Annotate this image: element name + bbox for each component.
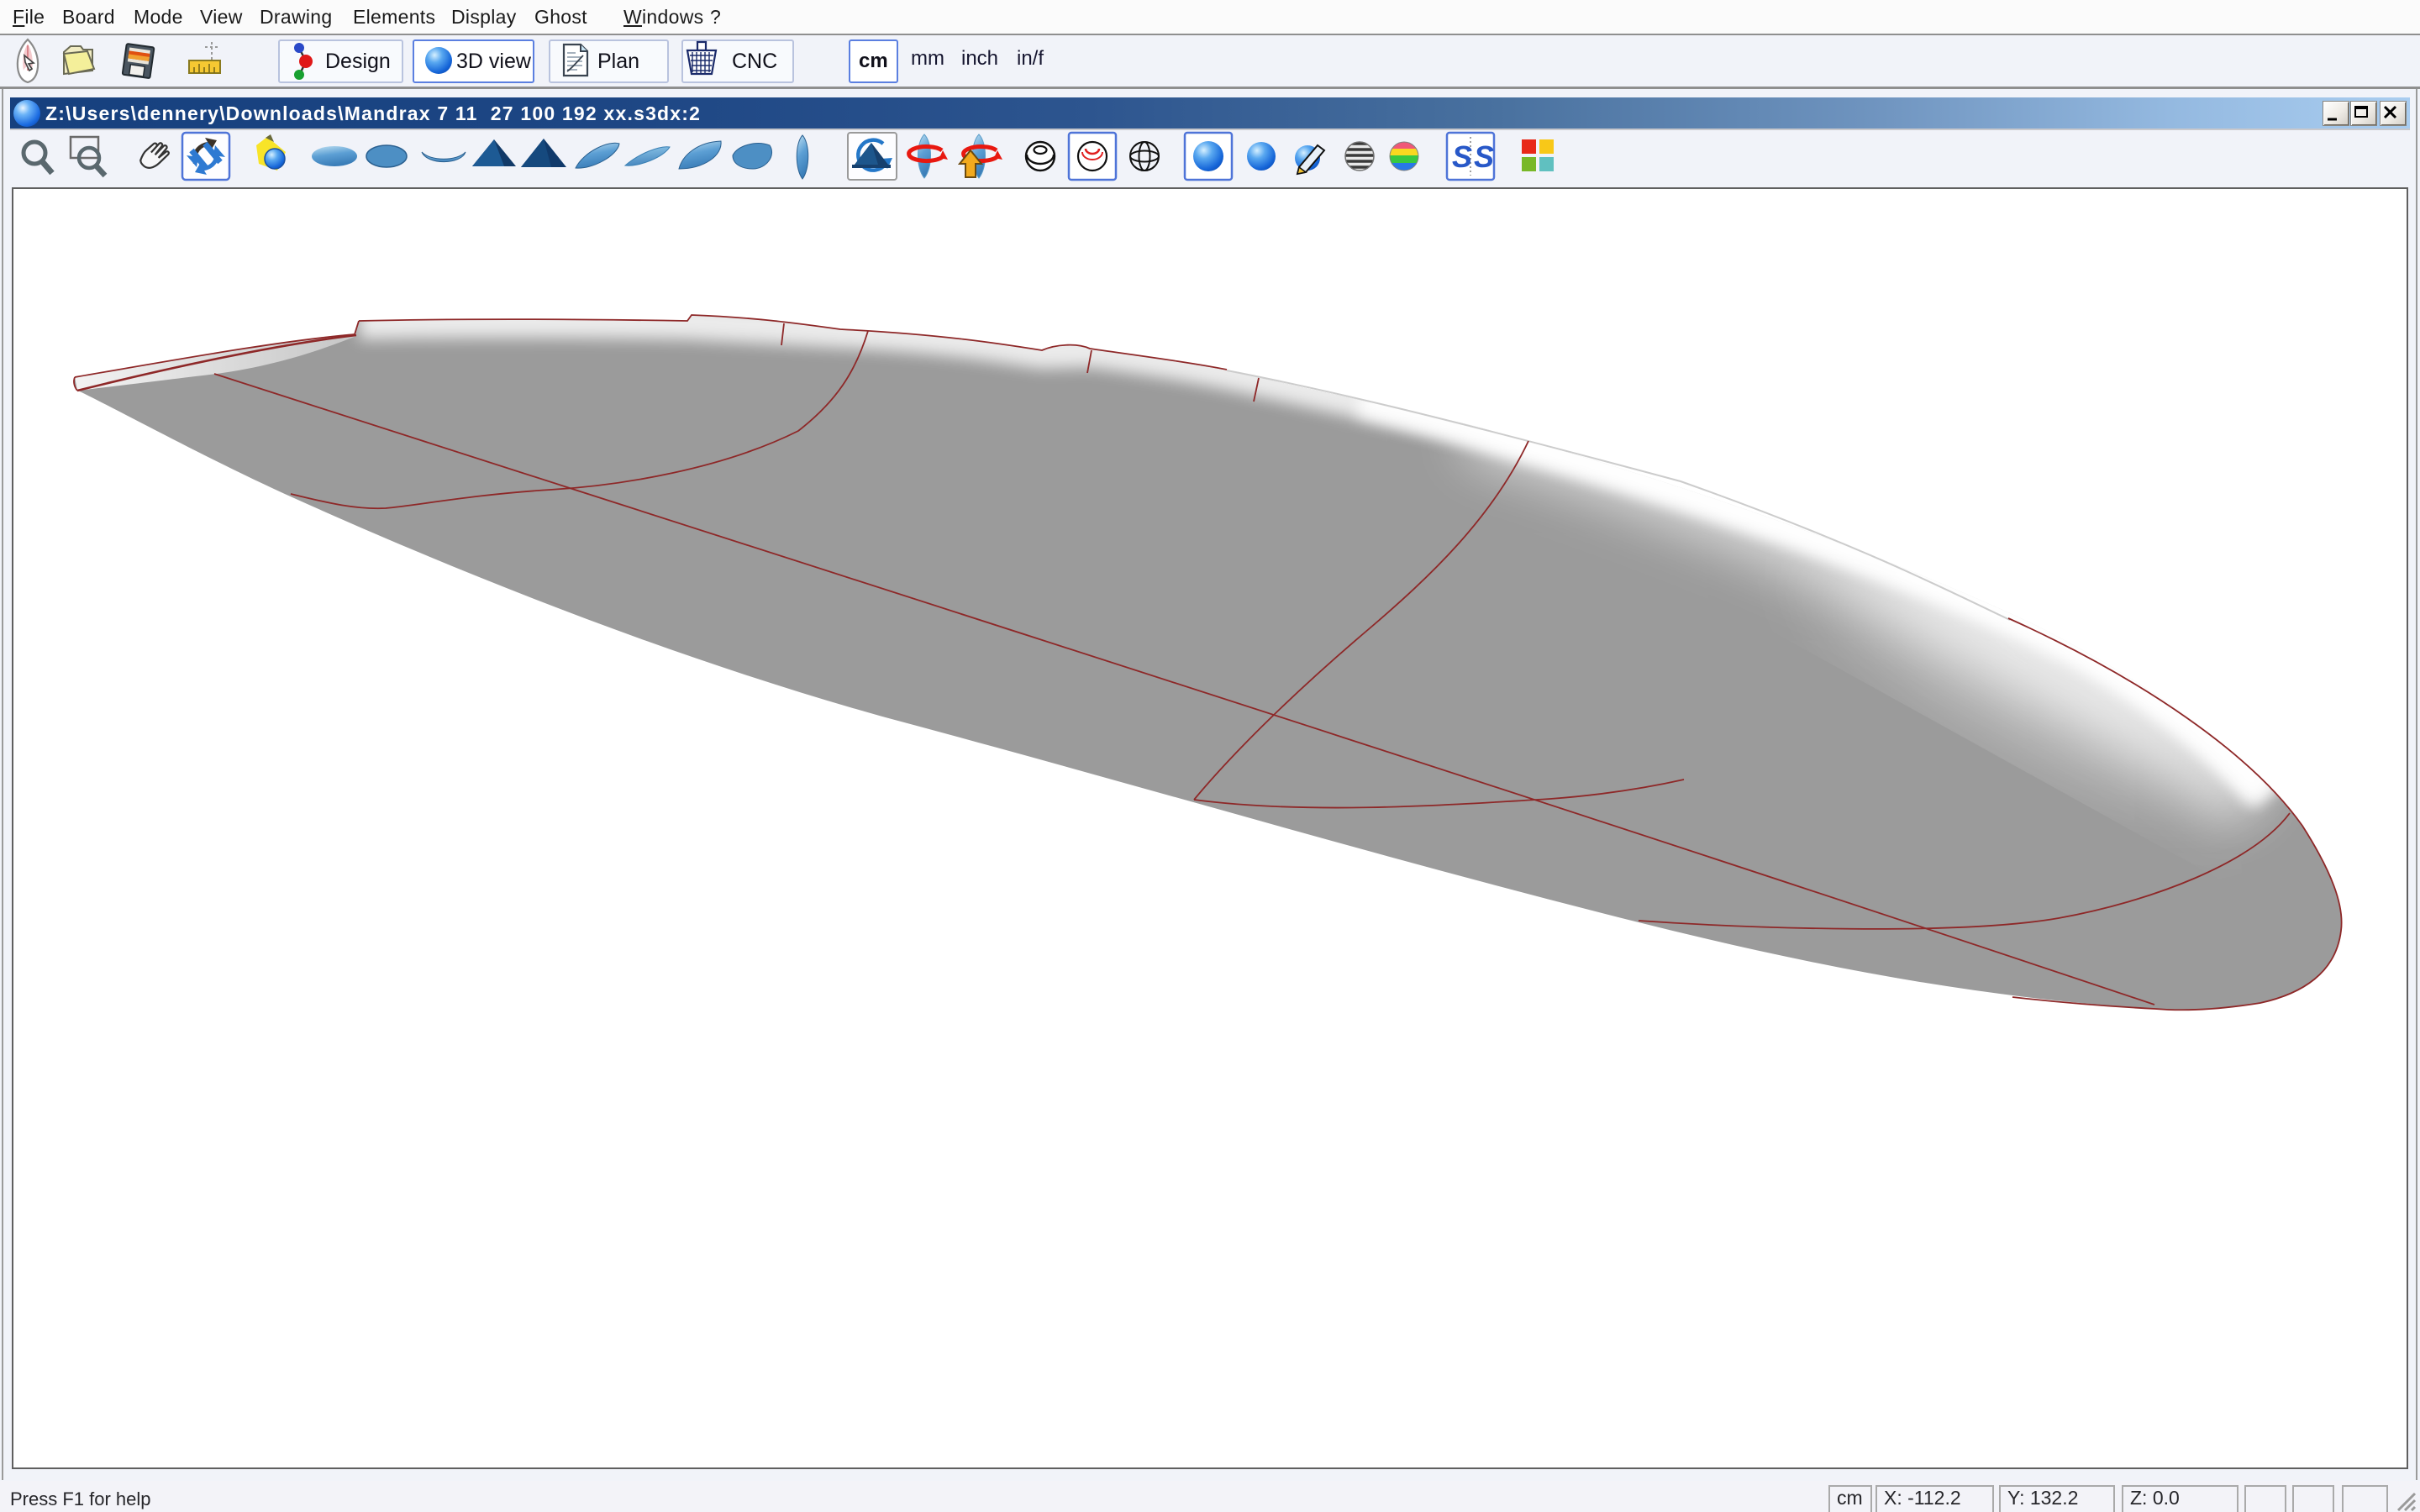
svg-text:S: S: [1474, 139, 1494, 174]
svg-text:S: S: [1452, 139, 1472, 174]
